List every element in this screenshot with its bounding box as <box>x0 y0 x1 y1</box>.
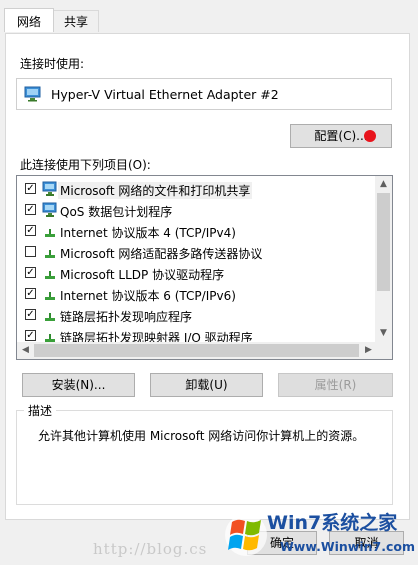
list-item[interactable]: ✓ Internet 协议版本 4 (TCP/IPv4) <box>17 221 372 242</box>
horizontal-scroll-thumb[interactable] <box>34 344 359 357</box>
list-item[interactable]: ✓ Internet 协议版本 6 (TCP/IPv6) <box>17 284 372 305</box>
item-label: Internet 协议版本 4 (TCP/IPv4) <box>60 226 236 240</box>
item-label: Microsoft 网络的文件和打印机共享 <box>58 182 253 199</box>
components-list[interactable]: ✓ Microsoft 网络的文件和打印机共享 ✓ QoS 数据包计划程序 ✓ … <box>16 175 393 360</box>
item-checkbox[interactable]: ✓ <box>25 267 36 278</box>
item-label: Microsoft 网络适配器多路传送器协议 <box>60 247 263 261</box>
properties-button[interactable]: 属性(R) <box>278 373 393 397</box>
protocol-icon <box>42 307 58 323</box>
uninstall-button[interactable]: 卸载(U) <box>150 373 263 397</box>
item-checkbox[interactable]: ✓ <box>25 183 36 194</box>
item-checkbox[interactable] <box>25 246 36 257</box>
logo-title: Win7系统之家 <box>267 512 398 534</box>
connect-using-label: 连接时使用: <box>20 57 85 71</box>
item-checkbox[interactable]: ✓ <box>25 330 36 341</box>
list-item[interactable]: Microsoft 网络适配器多路传送器协议 <box>17 242 372 263</box>
item-label: QoS 数据包计划程序 <box>60 205 173 219</box>
scroll-down-icon[interactable]: ▼ <box>375 325 392 342</box>
scroll-corner <box>375 342 392 359</box>
adapter-box: Hyper-V Virtual Ethernet Adapter #2 <box>16 78 392 110</box>
win7-logo: Win7系统之家 Www.Winwin7.com <box>222 502 418 565</box>
watermark-text: http://blog.cs <box>93 540 208 558</box>
windows-flag-icon <box>225 514 267 556</box>
network-computer-icon <box>42 181 58 197</box>
item-label: Microsoft LLDP 协议驱动程序 <box>60 268 225 282</box>
item-checkbox[interactable]: ✓ <box>25 288 36 299</box>
protocol-icon <box>42 265 58 281</box>
adapter-name: Hyper-V Virtual Ethernet Adapter #2 <box>51 87 279 102</box>
items-label: 此连接使用下列项目(O): <box>20 158 151 172</box>
item-label: Internet 协议版本 6 (TCP/IPv6) <box>60 289 236 303</box>
item-checkbox[interactable]: ✓ <box>25 204 36 215</box>
list-item[interactable]: ✓ 链路层拓扑发现响应程序 <box>17 305 372 326</box>
description-text: 允许其他计算机使用 Microsoft 网络访问你计算机上的资源。 <box>38 429 365 443</box>
scroll-left-icon[interactable]: ◀ <box>17 342 34 359</box>
install-button[interactable]: 安装(N)... <box>22 373 135 397</box>
network-computer-icon <box>42 202 58 218</box>
description-group <box>16 410 393 505</box>
scroll-up-icon[interactable]: ▲ <box>375 176 392 193</box>
protocol-icon <box>42 244 58 260</box>
description-title: 描述 <box>24 402 57 419</box>
list-item[interactable]: ✓ Microsoft 网络的文件和打印机共享 <box>17 179 372 200</box>
vertical-scrollbar[interactable]: ▲ ▼ <box>375 176 392 342</box>
item-checkbox[interactable]: ✓ <box>25 225 36 236</box>
network-adapter-icon <box>24 86 44 105</box>
tab-network[interactable]: 网络 <box>4 8 54 32</box>
item-checkbox[interactable]: ✓ <box>25 309 36 320</box>
list-item[interactable]: ✓ QoS 数据包计划程序 <box>17 200 372 221</box>
configure-button[interactable]: 配置(C)... <box>290 124 392 148</box>
protocol-icon <box>42 223 58 239</box>
vertical-scroll-thumb[interactable] <box>377 193 390 291</box>
list-item[interactable]: ✓ Microsoft LLDP 协议驱动程序 <box>17 263 372 284</box>
red-dot-marker <box>364 130 376 142</box>
protocol-icon <box>42 286 58 302</box>
item-label: 链路层拓扑发现响应程序 <box>60 310 193 324</box>
horizontal-scrollbar[interactable]: ◀ ▶ <box>17 342 377 359</box>
logo-url: Www.Winwin7.com <box>280 539 416 554</box>
tab-sharing[interactable]: 共享 <box>53 10 99 32</box>
